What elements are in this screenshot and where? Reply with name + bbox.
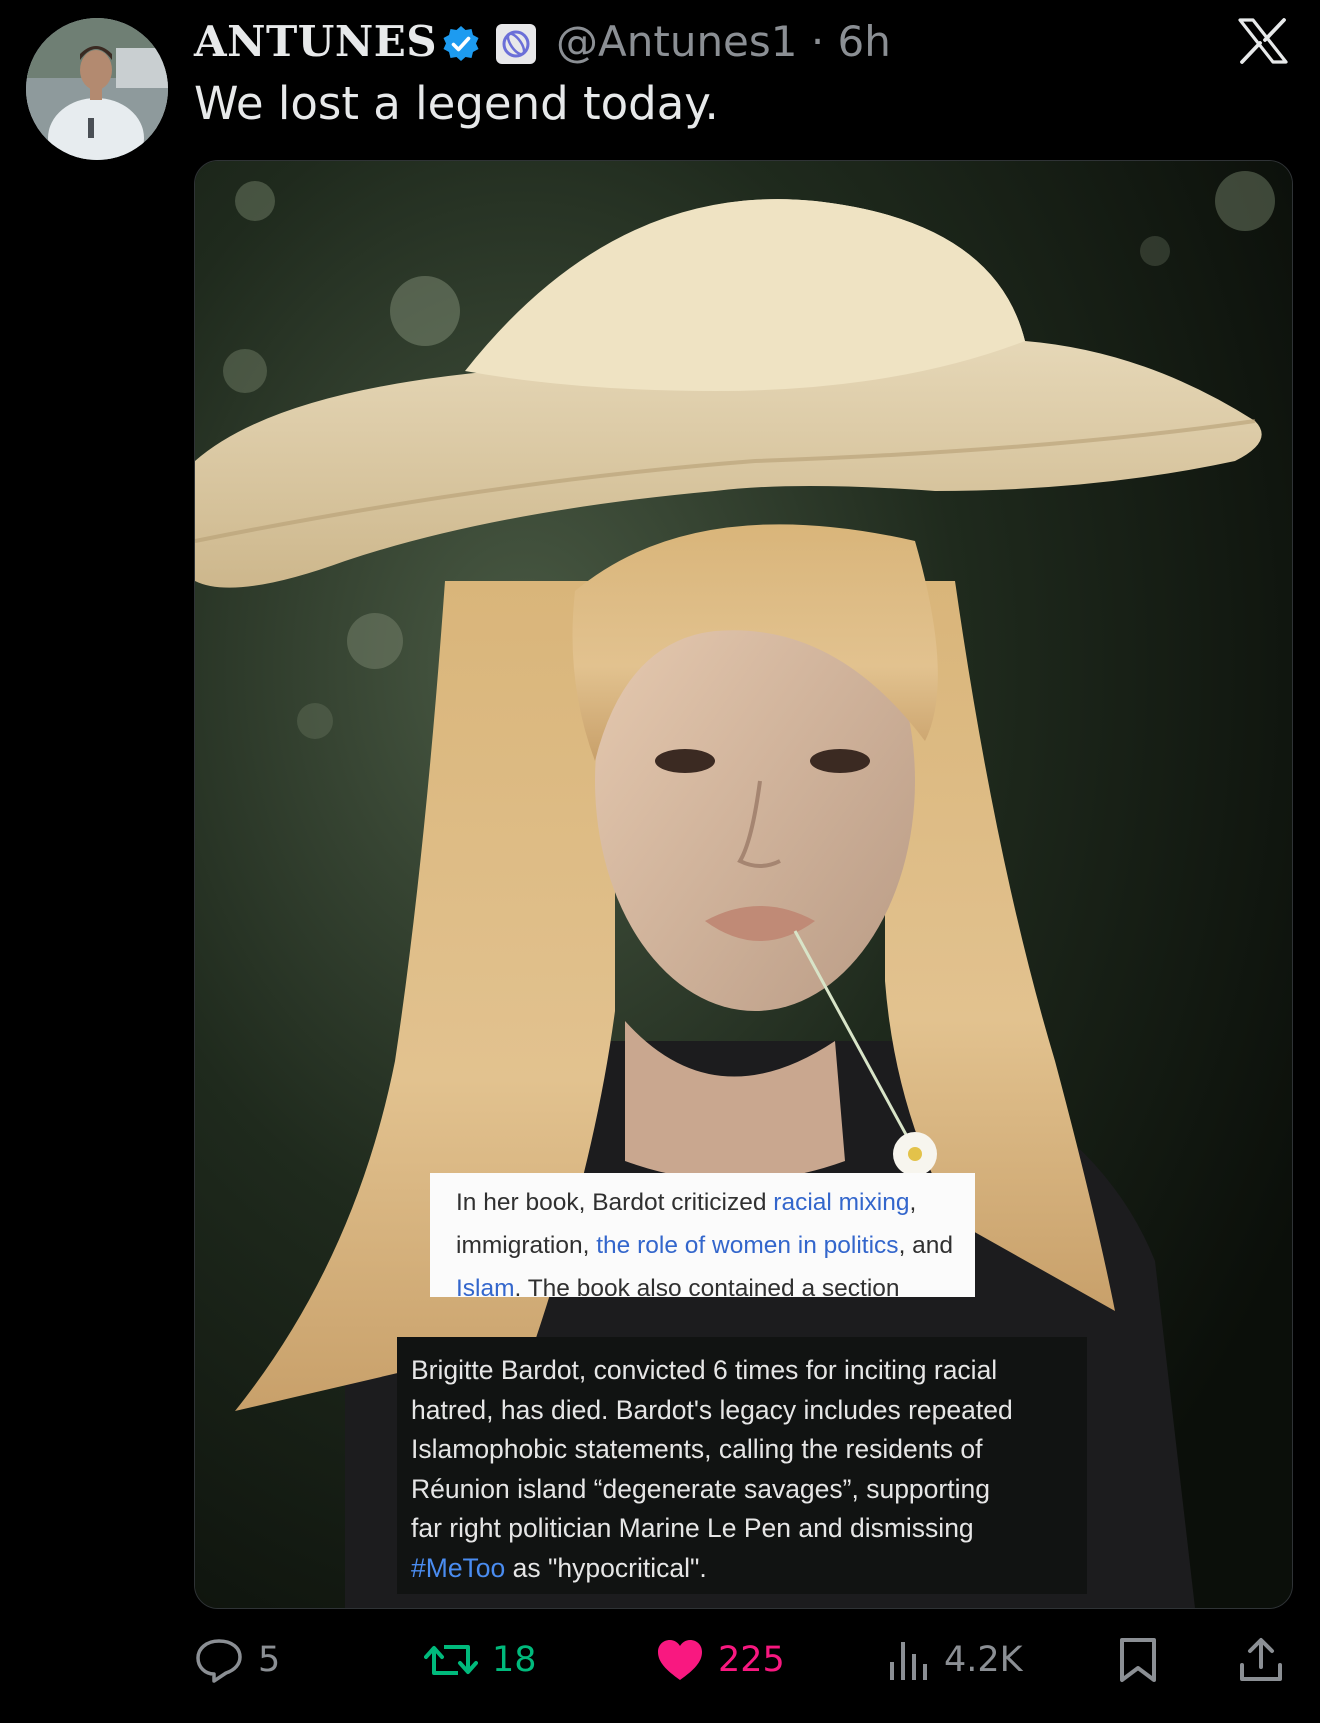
tweet-media[interactable]: In her book, Bardot criticized racial mi… (194, 160, 1293, 1609)
avatar[interactable] (26, 18, 168, 160)
caption-line: hatred, has died. Bardot's legacy includ… (411, 1394, 1013, 1425)
tweet-text: We lost a legend today. (194, 77, 719, 130)
caption-overlay: Brigitte Bardot, convicted 6 times for i… (397, 1337, 1087, 1594)
share-button[interactable] (1238, 1630, 1284, 1690)
caption-link: the role of women in politics (596, 1232, 899, 1259)
action-bar: 5 18 225 4.2K (0, 1630, 1320, 1690)
caption-text: , and (898, 1232, 954, 1259)
caption-text: as "hypocritical". (505, 1552, 707, 1583)
caption-text: , (909, 1189, 917, 1216)
bookmark-button[interactable] (1118, 1630, 1158, 1690)
caption-line: Islamophobic statements, calling the res… (411, 1434, 983, 1464)
caption-text: immigration, (456, 1232, 597, 1259)
affiliate-badge-icon[interactable] (496, 24, 536, 64)
retweet-icon (424, 1645, 478, 1675)
caption-link: racial mixing (773, 1189, 910, 1216)
retweet-count: 18 (492, 1640, 537, 1680)
share-icon (1240, 1638, 1282, 1681)
reply-button[interactable]: 5 (194, 1630, 280, 1690)
caption-line: Islam. The book also contained a section (456, 1267, 975, 1310)
reply-count: 5 (258, 1640, 281, 1680)
reply-icon (196, 1639, 242, 1683)
verified-badge-icon (441, 24, 481, 64)
caption-line: #MeToo as "hypocritical". (411, 1549, 1087, 1589)
retweet-button[interactable]: 18 (424, 1630, 537, 1690)
views-icon (890, 1642, 927, 1680)
caption-line: far right politician Marine Le Pen and d… (411, 1513, 974, 1543)
x-logo-icon[interactable] (1238, 18, 1288, 64)
caption-line: In her book, Bardot criticized racial mi… (456, 1181, 975, 1224)
views-button[interactable]: 4.2K (888, 1630, 1023, 1690)
caption-text: In her book, Bardot criticized (456, 1189, 774, 1216)
caption-wikipedia-excerpt: In her book, Bardot criticized racial mi… (430, 1173, 975, 1302)
avatar-photo (26, 18, 168, 160)
tweet-screen: ANTUNES @Antunes1 · 6h We lost a legend … (0, 0, 1320, 1723)
caption-link: Islam (456, 1275, 515, 1302)
caption-line: Réunion island “degenerate savages”, sup… (411, 1473, 990, 1504)
bookmark-icon (1120, 1638, 1156, 1682)
caption-text: . The book also contained a section (514, 1275, 900, 1302)
like-count: 225 (718, 1640, 785, 1680)
caption-line: immigration, the role of women in politi… (456, 1224, 975, 1267)
like-button[interactable]: 225 (656, 1630, 785, 1690)
views-count: 4.2K (944, 1640, 1023, 1680)
display-name[interactable]: ANTUNES (194, 14, 437, 70)
hashtag: #MeToo (411, 1552, 506, 1583)
heart-icon (658, 1640, 702, 1680)
handle-and-time[interactable]: @Antunes1 · 6h (556, 14, 891, 70)
caption-line: Brigitte Bardot, convicted 6 times for i… (411, 1355, 998, 1385)
